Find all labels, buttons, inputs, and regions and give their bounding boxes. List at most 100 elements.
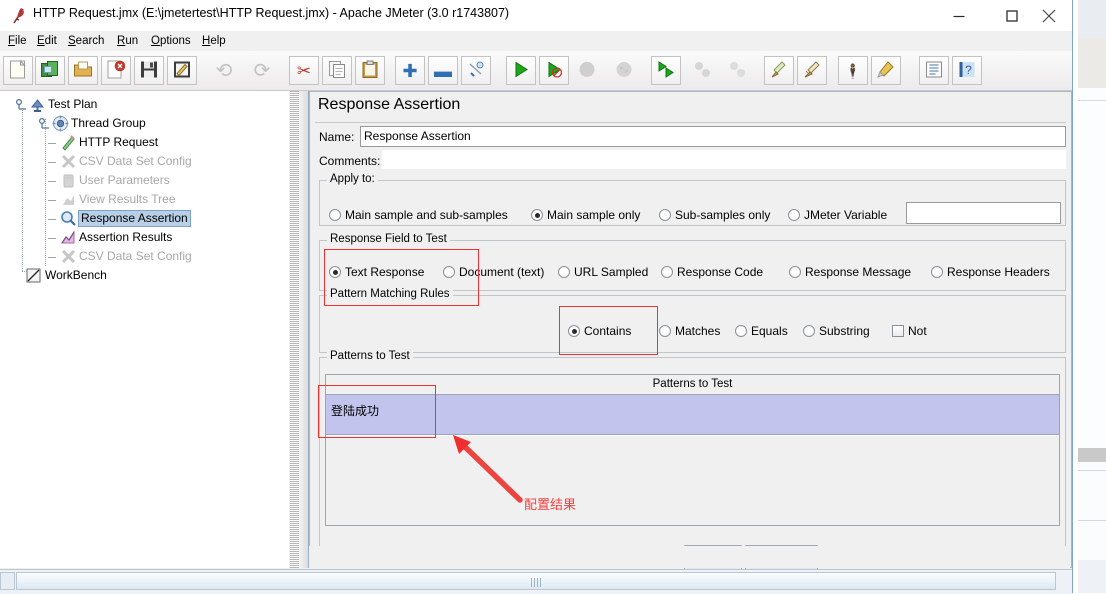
tree-label: Test Plan xyxy=(48,97,98,111)
radio-contains[interactable]: Contains xyxy=(568,324,631,338)
radio-main-sample-only[interactable]: Main sample only xyxy=(531,208,640,222)
binoculars-icon: 🕴 xyxy=(844,62,862,79)
scroll-left-button[interactable] xyxy=(0,572,15,590)
desktop-background xyxy=(1073,0,1106,593)
option-label: Text Response xyxy=(345,265,425,279)
menu-file[interactable]: File xyxy=(3,33,32,49)
panel-splitter[interactable] xyxy=(299,91,309,568)
thread-group-icon xyxy=(52,115,69,132)
test-plan-icon xyxy=(29,96,46,113)
jmeter-variable-input[interactable] xyxy=(906,202,1061,224)
horizontal-scrollbar[interactable] xyxy=(0,569,1072,594)
save-as-button[interactable] xyxy=(167,56,197,85)
collapse-all-button[interactable]: ▬ xyxy=(428,56,458,85)
checkbox-not[interactable]: Not xyxy=(892,324,927,338)
patterns-column-header: Patterns to Test xyxy=(652,378,733,390)
radio-url-sampled[interactable]: URL Sampled xyxy=(558,265,648,279)
page-title: Response Assertion xyxy=(318,96,461,113)
option-label: Matches xyxy=(675,324,721,338)
minimize-button[interactable] xyxy=(936,0,982,31)
new-document-icon xyxy=(10,59,27,82)
help-button[interactable]: ? xyxy=(952,56,982,85)
patterns-legend: Patterns to Test xyxy=(327,350,413,362)
option-label: Equals xyxy=(751,324,788,338)
copy-button[interactable] xyxy=(322,56,352,85)
search-button[interactable]: 🕴 xyxy=(838,56,868,85)
radio-indicator xyxy=(329,209,341,221)
expand-toggle-icon[interactable] xyxy=(16,99,28,111)
menu-help[interactable]: Help xyxy=(197,33,231,49)
view-results-tree-icon xyxy=(60,191,77,208)
tree-label: CSV Data Set Config xyxy=(79,154,192,168)
menu-bar: File Edit Search Run Options Help xyxy=(0,31,1072,51)
paste-button[interactable] xyxy=(355,56,385,85)
stop-icon xyxy=(579,61,596,81)
start-no-pauses-button[interactable] xyxy=(539,56,569,85)
radio-jmeter-variable[interactable]: JMeter Variable xyxy=(788,208,887,222)
save-button[interactable] xyxy=(134,56,164,85)
toolbar: ⟲ ⟳ ✂ ✚ ▬ 🕴 ? xyxy=(0,51,1072,130)
open-button[interactable] xyxy=(68,56,98,85)
start-button[interactable] xyxy=(506,56,536,85)
radio-equals[interactable]: Equals xyxy=(735,324,788,338)
search-reset-button[interactable] xyxy=(871,56,901,85)
radio-sub-samples-only[interactable]: Sub-samples only xyxy=(659,208,770,222)
stop-remote-all-button[interactable] xyxy=(688,56,718,85)
scroll-thumb[interactable] xyxy=(16,572,1056,590)
patterns-table[interactable]: Patterns to Test 登陆成功 xyxy=(325,374,1060,526)
radio-response-headers[interactable]: Response Headers xyxy=(931,265,1050,279)
menu-edit[interactable]: Edit xyxy=(32,33,62,49)
workbench-icon xyxy=(25,267,42,284)
radio-indicator xyxy=(788,209,800,221)
radio-indicator xyxy=(931,266,943,278)
radio-response-code[interactable]: Response Code xyxy=(661,265,763,279)
csv-data-set-icon xyxy=(60,153,77,170)
radio-response-message[interactable]: Response Message xyxy=(789,265,911,279)
undo-button[interactable]: ⟲ xyxy=(209,56,239,85)
clear-button[interactable] xyxy=(764,56,794,85)
shutdown-button[interactable] xyxy=(609,56,639,85)
expand-all-button[interactable]: ✚ xyxy=(395,56,425,85)
menu-search[interactable]: Search xyxy=(63,33,109,49)
tree-vertical-scrollbar[interactable] xyxy=(290,91,299,568)
response-assertion-icon xyxy=(60,210,77,227)
option-label: Main sample and sub-samples xyxy=(345,208,508,222)
http-request-icon xyxy=(60,134,77,151)
radio-indicator xyxy=(659,209,671,221)
tree-label: Assertion Results xyxy=(79,230,173,244)
templates-button[interactable] xyxy=(35,56,65,85)
function-helper-button[interactable] xyxy=(919,56,949,85)
radio-text-response[interactable]: Text Response xyxy=(329,265,424,279)
close-button[interactable] xyxy=(1026,0,1072,31)
toggle-icon xyxy=(467,61,485,81)
test-plan-tree[interactable]: Test Plan Thread Group HTTP Request CSV … xyxy=(0,91,289,568)
radio-main-sample-and-sub-samples[interactable]: Main sample and sub-samples xyxy=(329,208,508,222)
menu-run[interactable]: Run xyxy=(112,33,143,49)
clear-all-button[interactable] xyxy=(797,56,827,85)
radio-document-text[interactable]: Document (text) xyxy=(443,265,544,279)
title-divider xyxy=(315,122,1066,123)
table-row[interactable]: 登陆成功 xyxy=(326,395,1059,435)
new-button[interactable] xyxy=(3,56,33,85)
plus-icon: ✚ xyxy=(402,60,418,81)
shutdown-remote-all-button[interactable] xyxy=(723,56,753,85)
menu-options[interactable]: Options xyxy=(146,33,196,49)
radio-matches[interactable]: Matches xyxy=(659,324,720,338)
panel-bottom-strip xyxy=(309,546,1070,568)
close-file-button[interactable] xyxy=(101,56,131,85)
tree-label: Thread Group xyxy=(71,116,146,130)
toggle-button[interactable] xyxy=(461,56,491,85)
start-remote-all-button[interactable] xyxy=(651,56,681,85)
stop-button[interactable] xyxy=(572,56,602,85)
copy-icon xyxy=(329,60,346,81)
radio-indicator xyxy=(735,325,747,337)
comments-input[interactable] xyxy=(382,150,1066,169)
broom-icon xyxy=(770,60,788,81)
radio-substring[interactable]: Substring xyxy=(803,324,870,338)
option-label: Response Message xyxy=(805,265,912,279)
redo-button[interactable]: ⟳ xyxy=(247,56,277,85)
name-input[interactable]: Response Assertion xyxy=(360,126,1066,147)
play-icon xyxy=(513,61,529,80)
expand-toggle-icon[interactable] xyxy=(39,118,51,130)
cut-button[interactable]: ✂ xyxy=(289,56,319,85)
